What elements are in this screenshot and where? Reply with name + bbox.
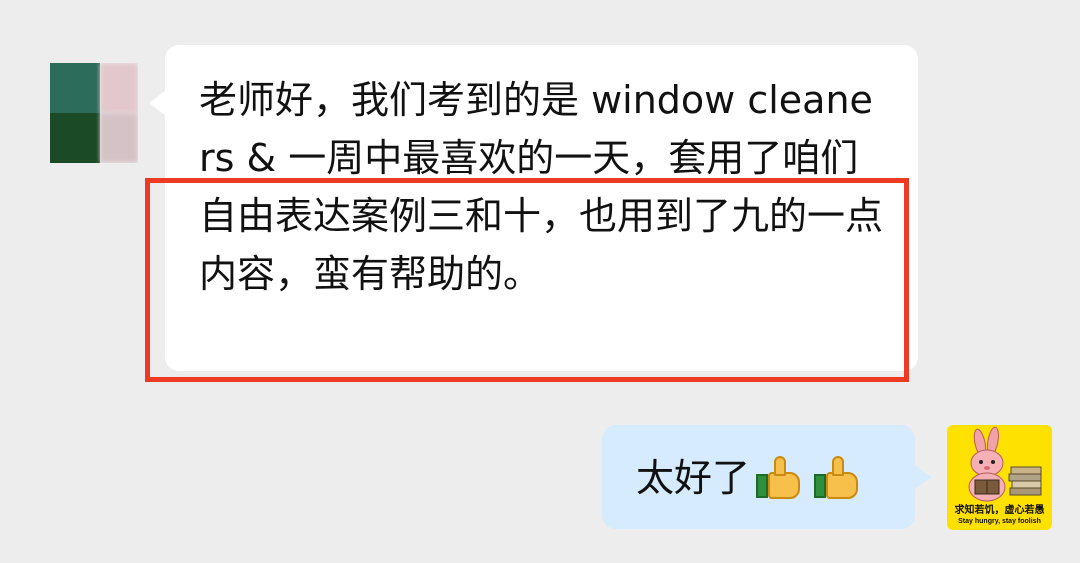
avatar-caption-cn: 求知若饥，虚心若愚 <box>954 505 1045 516</box>
avatar-tile <box>100 113 138 163</box>
outgoing-message-text: 太好了 <box>636 456 751 500</box>
avatar-tile <box>50 63 100 113</box>
avatar-tile <box>100 63 138 113</box>
thumbs-up-icon <box>812 456 866 500</box>
avatar-tile <box>50 113 100 163</box>
rabbit-reading-icon <box>968 426 1042 502</box>
avatar-caption-en: Stay hungry, stay foolish <box>958 518 1041 525</box>
sender-avatar[interactable] <box>50 63 138 163</box>
outgoing-message-bubble[interactable]: 太好了 <box>602 425 931 529</box>
incoming-message-text: 老师好，我们考到的是 window cleaners & 一周中最喜欢的一天，套… <box>199 78 884 296</box>
user-avatar[interactable]: 求知若饥，虚心若愚 Stay hungry, stay foolish <box>947 425 1052 530</box>
incoming-message-bubble[interactable]: 老师好，我们考到的是 window cleaners & 一周中最喜欢的一天，套… <box>149 45 918 371</box>
thumbs-up-icon <box>754 456 808 500</box>
